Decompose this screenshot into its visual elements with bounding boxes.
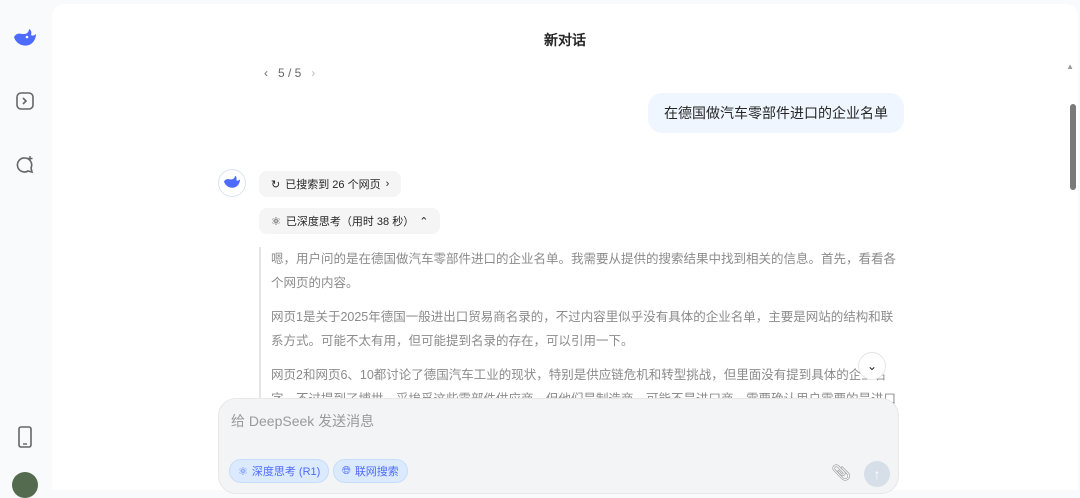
message-input[interactable] bbox=[231, 411, 881, 441]
open-sidebar-icon[interactable] bbox=[12, 88, 38, 114]
scroll-to-bottom-button[interactable]: ⌄ bbox=[858, 352, 886, 380]
new-chat-icon[interactable] bbox=[12, 152, 38, 178]
deep-think-toggle[interactable]: ⚛ 深度思考 (R1) bbox=[229, 459, 330, 483]
sidebar bbox=[0, 0, 52, 498]
send-button[interactable]: ↑ bbox=[864, 461, 890, 487]
mobile-app-icon[interactable] bbox=[12, 424, 38, 450]
deepseek-logo-icon[interactable] bbox=[12, 26, 38, 52]
chat-main: 新对话 ‹ 5 / 5 › 在德国做汽车零部件进口的企业名单 ↻ 已搜索到 26… bbox=[52, 4, 1078, 494]
think-icon: ⚛ bbox=[271, 215, 281, 228]
next-icon[interactable]: › bbox=[311, 66, 315, 80]
search-results-chip[interactable]: ↻ 已搜索到 26 个网页 › bbox=[259, 171, 402, 197]
globe-icon: 🌐︎ bbox=[342, 464, 351, 477]
response-pager: ‹ 5 / 5 › bbox=[264, 66, 315, 80]
chevron-down-icon: ⌄ bbox=[866, 359, 878, 373]
prev-icon[interactable]: ‹ bbox=[264, 66, 268, 80]
search-icon: ↻ bbox=[271, 178, 281, 191]
chevron-right-icon: › bbox=[385, 178, 390, 190]
scrollbar[interactable] bbox=[1070, 104, 1076, 190]
web-search-toggle[interactable]: 🌐︎ 联网搜索 bbox=[333, 459, 408, 483]
deep-think-chip[interactable]: ⚛ 已深度思考（用时 38 秒） ⌃ bbox=[259, 208, 441, 234]
chevron-up-icon: ⌃ bbox=[419, 215, 429, 228]
user-avatar[interactable] bbox=[12, 472, 38, 498]
assistant-avatar bbox=[218, 169, 246, 197]
arrow-up-icon: ↑ bbox=[873, 466, 881, 482]
scroll-up-arrow[interactable]: ▲ bbox=[1066, 62, 1074, 71]
pager-label: 5 / 5 bbox=[278, 66, 302, 80]
attach-icon[interactable]: 📎︎ bbox=[831, 463, 851, 483]
atom-icon: ⚛ bbox=[238, 465, 248, 478]
message-composer: ⚛深度思考 (R1) 🌐︎联网搜索 📎︎ ↑ bbox=[218, 398, 899, 494]
page-title: 新对话 bbox=[544, 32, 586, 48]
user-message: 在德国做汽车零部件进口的企业名单 bbox=[648, 93, 904, 133]
